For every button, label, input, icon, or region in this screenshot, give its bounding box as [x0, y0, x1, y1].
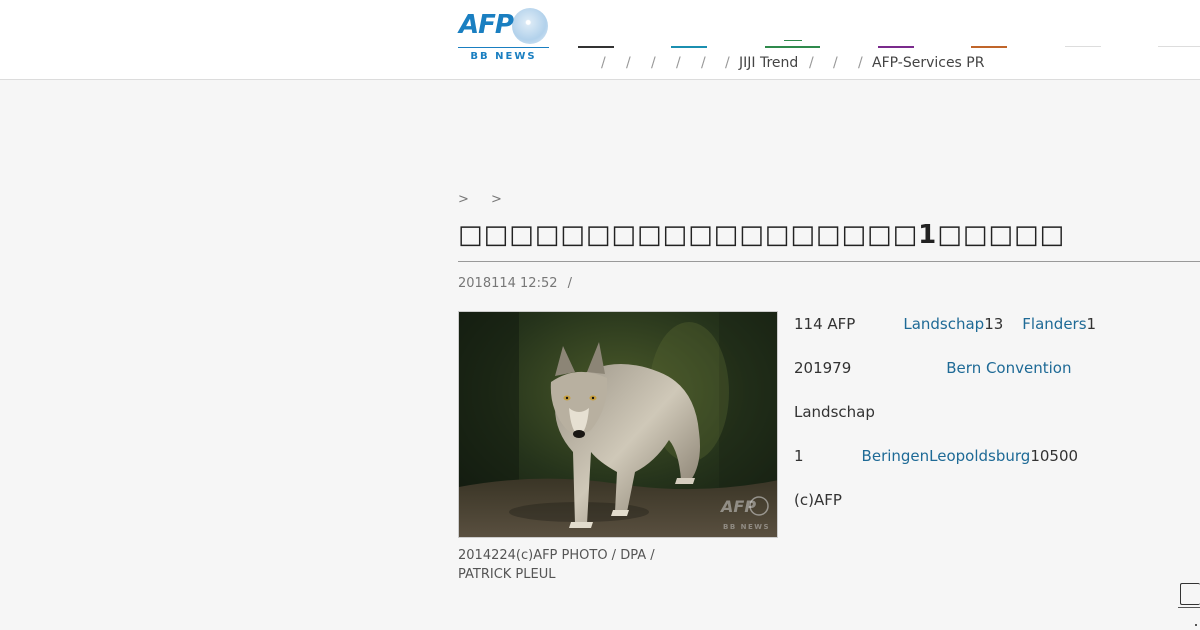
breadcrumb: > >: [458, 192, 520, 207]
paragraph-text: 1: [1086, 315, 1097, 333]
article-paragraph-3: Landschap: [794, 403, 875, 421]
title-divider: [458, 261, 1200, 262]
nav-separator: /: [651, 55, 656, 71]
article-photo-wolf[interactable]: AFP BB NEWS: [458, 311, 778, 538]
photo-watermark: AFP: [719, 497, 756, 516]
nav-bar-6[interactable]: [1065, 46, 1101, 47]
link-bern-convention[interactable]: Bern Convention: [946, 359, 1071, 377]
wolf-photo-illustration: AFP BB NEWS: [459, 312, 777, 537]
photo-watermark-sub: BB NEWS: [723, 523, 770, 531]
date-separator: /: [567, 276, 573, 291]
article-paragraph-4: 1 BeringenLeopoldsburg10500: [794, 447, 1078, 465]
article-paragraph-1: 114 AFP Landschap13 Flanders1: [794, 315, 1096, 333]
nav-bar-3[interactable]: [765, 46, 820, 48]
nav-bar-1[interactable]: [578, 46, 614, 48]
nav-active-mark: [784, 40, 802, 41]
side-divider: [1178, 607, 1200, 608]
breadcrumb-separator: >: [458, 192, 469, 207]
nav-separator: /: [626, 55, 631, 71]
paragraph-text: 1: [794, 447, 804, 465]
breadcrumb-separator: >: [491, 192, 502, 207]
afp-bb-news-logo[interactable]: AFP BB NEWS: [458, 8, 550, 64]
link-beringen-leopoldsburg[interactable]: BeringenLeopoldsburg: [862, 447, 1031, 465]
nav-bar-4[interactable]: [878, 46, 914, 48]
article-dateline: 2018114 12:52 /: [458, 276, 572, 291]
nav-bar-2[interactable]: [671, 46, 707, 48]
nav-link-jiji-trend[interactable]: JIJI Trend: [739, 55, 798, 71]
nav-separator: /: [725, 55, 730, 71]
globe-icon: [512, 8, 548, 44]
logo-subtitle: BB NEWS: [470, 51, 537, 62]
photo-caption: 2014224(c)AFP PHOTO / DPA / PATRICK PLEU…: [458, 548, 655, 582]
link-flanders[interactable]: Flanders: [1022, 315, 1086, 333]
paragraph-text: 10500: [1030, 447, 1079, 465]
logo-divider: [458, 47, 549, 48]
nav-separator: /: [833, 55, 838, 71]
paragraph-text: 114 AFP: [794, 315, 856, 333]
logo-brand: AFP: [459, 10, 514, 40]
article-title: □□□□□□□□□□□□□□□□□□1□□□□□: [458, 220, 1066, 250]
link-landschap[interactable]: Landschap: [903, 315, 984, 333]
nav-separator: /: [858, 55, 863, 71]
side-panel-icon[interactable]: [1180, 583, 1200, 605]
article-date: 2018114 12:52: [458, 276, 558, 291]
nav-bar-5[interactable]: [971, 46, 1007, 48]
paragraph-text: 201979: [794, 359, 852, 377]
paragraph-text: (c)AFP: [794, 491, 842, 509]
nav-link-afp-services-pr[interactable]: AFP-Services PR: [872, 55, 984, 71]
paragraph-text: Landschap: [794, 403, 875, 421]
nav-separator: /: [701, 55, 706, 71]
paragraph-text: 13: [984, 315, 1004, 333]
nav-separator: /: [676, 55, 681, 71]
side-dot: [1195, 624, 1197, 626]
nav-bar-7[interactable]: [1158, 46, 1200, 47]
article-paragraph-5: (c)AFP: [794, 491, 842, 509]
article-paragraph-2: 201979 Bern Convention: [794, 359, 1071, 377]
nav-separator: /: [601, 55, 606, 71]
nav-separator: /: [809, 55, 814, 71]
site-header: AFP BB NEWS / / / / / / JIJI Trend / / /…: [0, 0, 1200, 80]
